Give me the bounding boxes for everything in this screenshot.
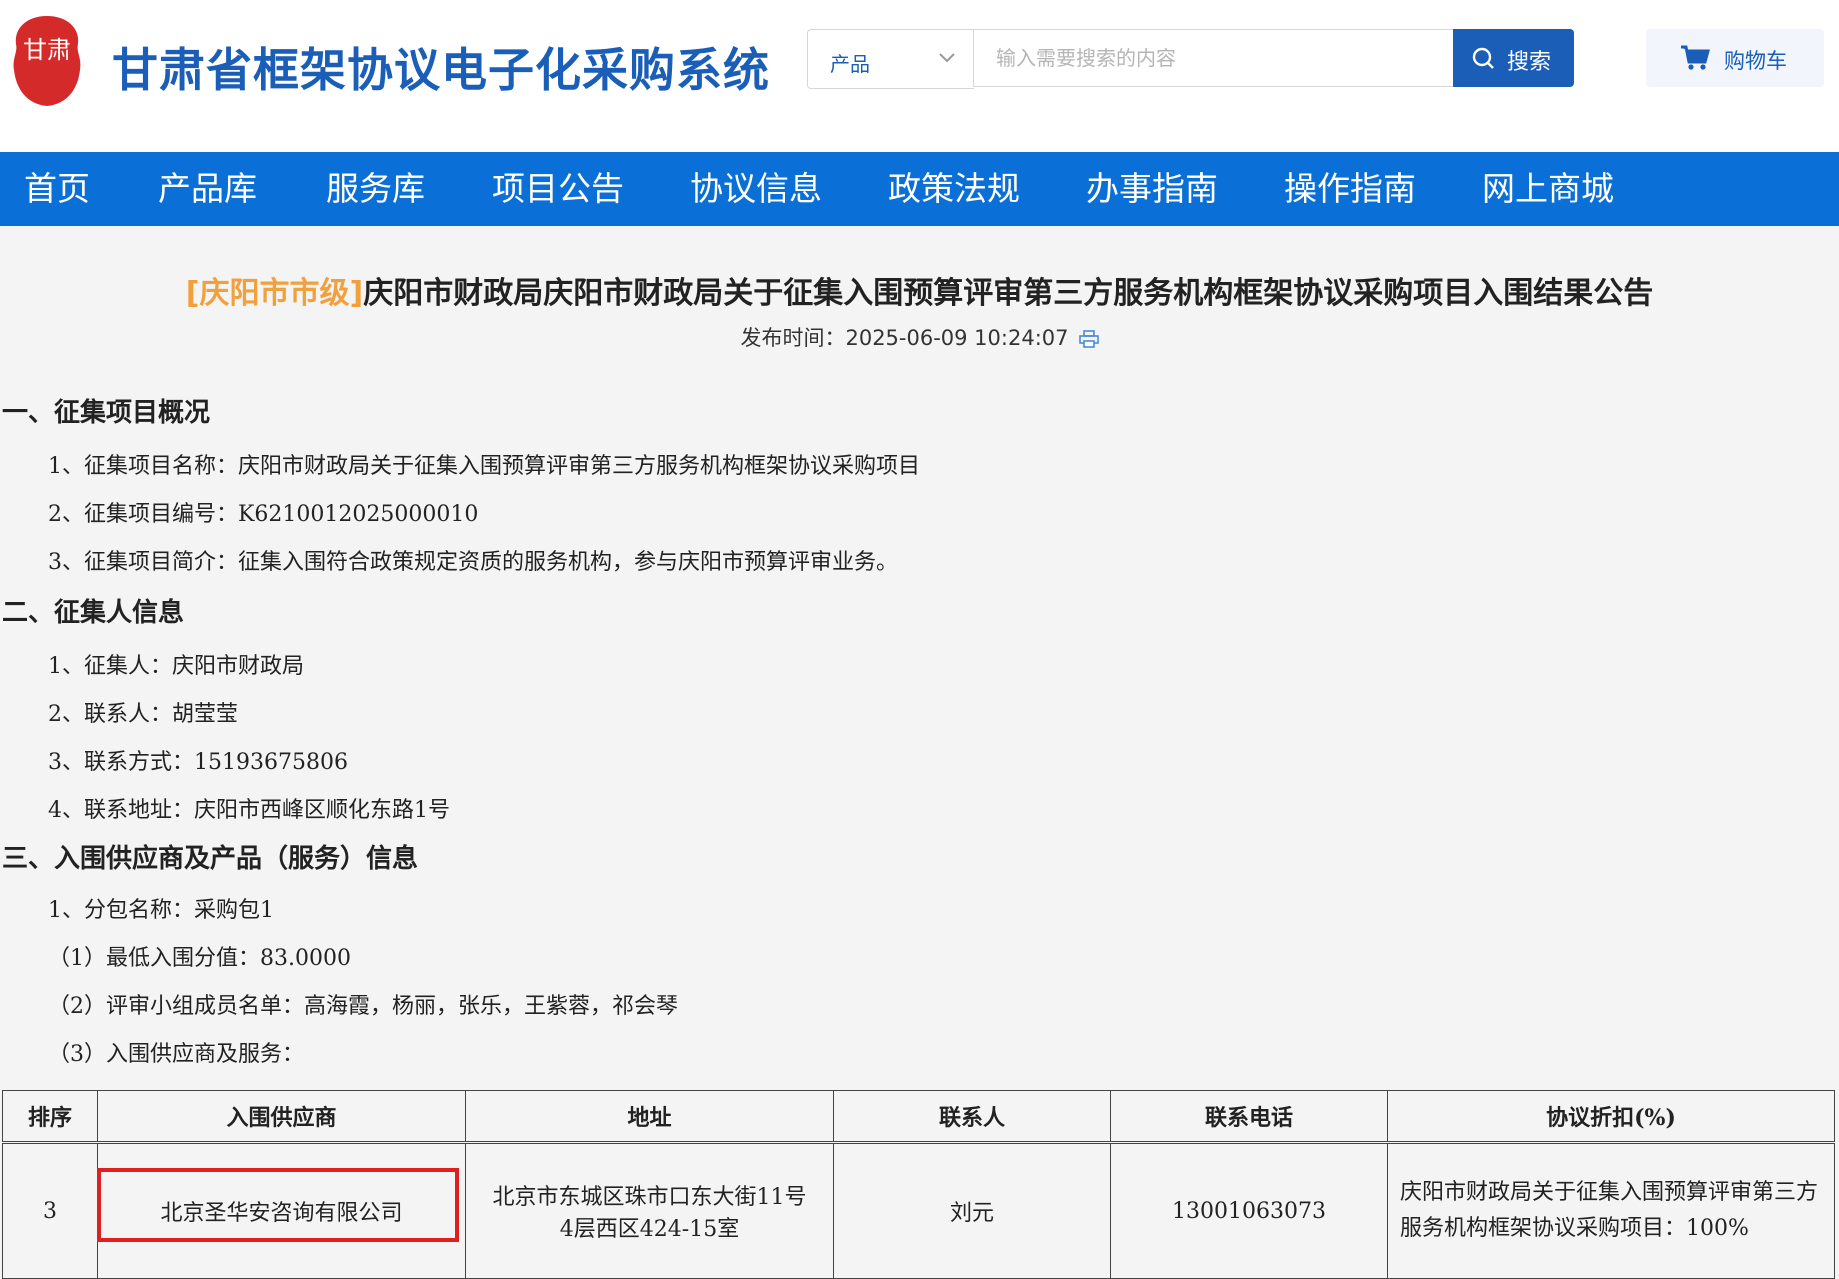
address-line: 北京市东城区珠市口东大街11号	[492, 1185, 807, 1210]
seal-logo-text: 甘肃	[23, 36, 71, 64]
notice-title: [庆阳市市级]庆阳市财政局庆阳市财政局关于征集入围预算评审第三方服务机构框架协议…	[0, 268, 1839, 312]
column-header-phone: 联系电话	[1110, 1090, 1388, 1144]
search-input[interactable]	[973, 29, 1459, 87]
cart-icon	[1681, 45, 1710, 70]
column-header-rank: 排序	[2, 1090, 98, 1144]
nav-item-policies[interactable]: 政策法规	[888, 152, 1020, 226]
print-icon[interactable]	[1078, 330, 1099, 348]
column-header-supplier: 入围供应商	[97, 1090, 466, 1144]
section-heading-suppliers: 三、入围供应商及产品（服务）信息	[2, 844, 419, 874]
search-button[interactable]: 搜索	[1453, 29, 1574, 87]
column-header-address: 地址	[465, 1090, 834, 1144]
cell-supplier: 北京圣华安咨询有限公司	[97, 1142, 466, 1279]
cell-rank: 3	[2, 1142, 98, 1279]
column-header-discount: 协议折扣(%)	[1387, 1090, 1835, 1144]
overview-line: 1、征集项目名称：庆阳市财政局关于征集入围预算评审第三方服务机构框架协议采购项目	[48, 454, 921, 479]
table-header-row: 排序 入围供应商 地址 联系人 联系电话 协议折扣(%)	[2, 1090, 1835, 1144]
nav-item-agreement-info[interactable]: 协议信息	[690, 152, 822, 226]
seal-logo[interactable]: 甘肃	[12, 14, 82, 108]
nav-item-home[interactable]: 首页	[24, 152, 90, 226]
main-nav: 首页 产品库 服务库 项目公告 协议信息 政策法规 办事指南 操作指南 网上商城	[0, 152, 1839, 226]
cart-button-label: 购物车	[1724, 49, 1787, 73]
cell-discount: 庆阳市财政局关于征集入围预算评审第三方服务机构框架协议采购项目：100%	[1387, 1142, 1835, 1279]
nav-item-product-library[interactable]: 产品库	[158, 152, 257, 226]
site-title[interactable]: 甘肃省框架协议电子化采购系统	[112, 34, 770, 100]
supplier-info-line: （1）最低入围分值：83.0000	[48, 946, 351, 971]
supplier-table: 排序 入围供应商 地址 联系人 联系电话 协议折扣(%) 3 北京圣华安咨询有限…	[2, 1090, 1835, 1279]
column-header-contact: 联系人	[833, 1090, 1111, 1144]
collector-line: 2、联系人：胡莹莹	[48, 702, 238, 727]
cell-phone: 13001063073	[1110, 1142, 1388, 1279]
site-header: 甘肃 甘肃省框架协议电子化采购系统 产品 搜索 购物车	[0, 0, 1839, 152]
supplier-info-line: （3）入围供应商及服务：	[48, 1042, 304, 1067]
nav-item-online-mall[interactable]: 网上商城	[1482, 152, 1614, 226]
chevron-down-icon	[939, 53, 955, 63]
table-row: 3 北京圣华安咨询有限公司 北京市东城区珠市口东大街11号 4层西区424-15…	[2, 1142, 1835, 1279]
section-heading-overview: 一、征集项目概况	[2, 398, 211, 428]
search-category-select[interactable]: 产品	[807, 29, 974, 89]
publish-time: 2025-06-09 10:24:07	[845, 326, 1069, 350]
overview-line: 3、征集项目简介：征集入围符合政策规定资质的服务机构，参与庆阳市预算评审业务。	[48, 550, 898, 575]
nav-item-operation-guide[interactable]: 操作指南	[1284, 152, 1416, 226]
search-icon	[1472, 47, 1494, 69]
cell-address: 北京市东城区珠市口东大街11号 4层西区424-15室	[465, 1142, 834, 1279]
nav-item-service-library[interactable]: 服务库	[326, 152, 425, 226]
collector-line: 3、联系方式：15193675806	[48, 750, 348, 775]
supplier-info-line: 1、分包名称：采购包1	[48, 898, 274, 923]
search-button-label: 搜索	[1507, 50, 1552, 75]
overview-line: 2、征集项目编号：K6210012025000010	[48, 502, 479, 527]
section-heading-collector: 二、征集人信息	[2, 598, 185, 628]
nav-item-guide[interactable]: 办事指南	[1086, 152, 1218, 226]
search-category-value: 产品	[830, 52, 870, 76]
supplier-info-line: （2）评审小组成员名单：高海霞，杨丽，张乐，王紫蓉，祁会琴	[48, 994, 678, 1019]
collector-line: 4、联系地址：庆阳市西峰区顺化东路1号	[48, 798, 450, 823]
search-bar: 产品 搜索	[807, 29, 1574, 89]
notice-region-tag: [庆阳市市级]	[185, 276, 364, 311]
publish-label: 发布时间：	[740, 326, 846, 350]
address-line: 4层西区424-15室	[559, 1217, 740, 1242]
notice-title-text: 庆阳市财政局庆阳市财政局关于征集入围预算评审第三方服务机构框架协议采购项目入围结…	[363, 276, 1654, 311]
cart-button[interactable]: 购物车	[1646, 29, 1824, 87]
collector-line: 1、征集人：庆阳市财政局	[48, 654, 304, 679]
cell-contact: 刘元	[833, 1142, 1111, 1279]
nav-item-project-notices[interactable]: 项目公告	[492, 152, 624, 226]
publish-info: 发布时间：2025-06-09 10:24:07	[0, 322, 1839, 352]
